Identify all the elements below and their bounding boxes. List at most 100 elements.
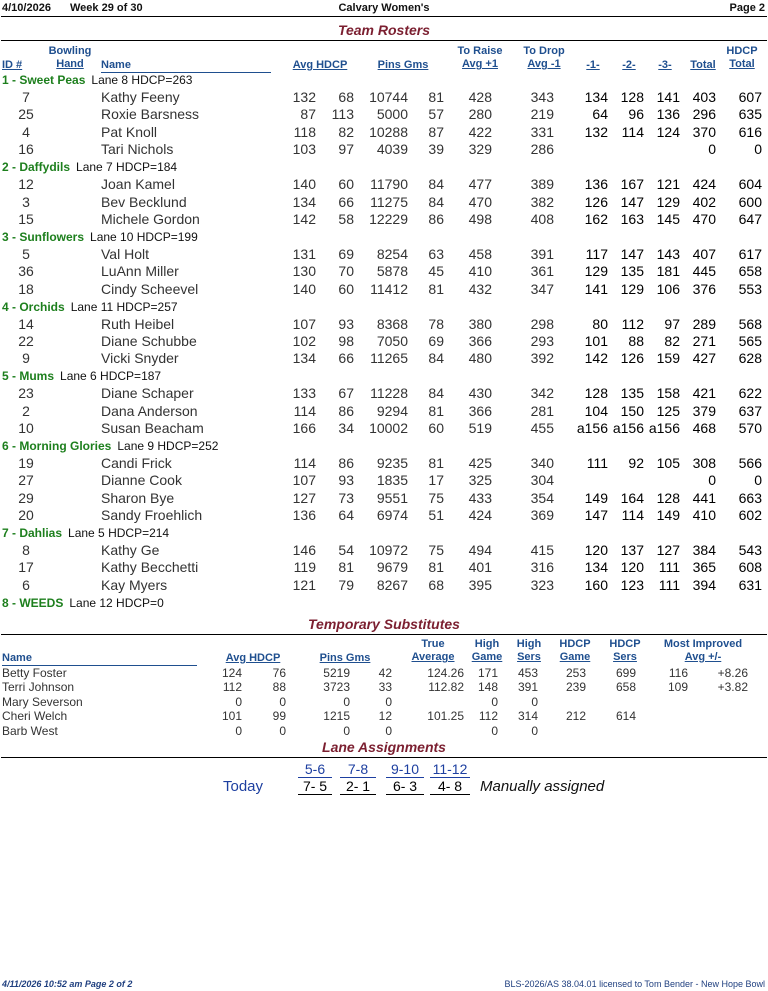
table-row: Mary Severson 0 0 0 0 0 0	[0, 695, 768, 709]
bowler-avg: 107	[292, 472, 316, 489]
bowler-hdcp: 66	[338, 193, 354, 210]
sub-hdcp-series: 614	[615, 709, 636, 724]
lane-matchup: 6- 3	[386, 778, 424, 795]
bowler-avg: 142	[292, 210, 316, 227]
bowler-avg: 103	[292, 141, 316, 158]
bowler-to-drop: 382	[530, 193, 554, 210]
bowler-hdcp: 66	[338, 350, 354, 367]
team-header: 5 - Mums Lane 6 HDCP=187	[2, 369, 161, 383]
sub-true-average: 101.25	[427, 709, 464, 724]
sub-high-series: 0	[531, 723, 538, 738]
bowler-to-raise: 433	[468, 489, 492, 506]
bowler-to-raise: 428	[468, 89, 492, 105]
bowler-games: 84	[428, 193, 444, 210]
table-row: 17 Kathy Becchetti 119 81 9679 81 401 316 134 120…	[0, 559, 768, 576]
table-row: 4 Pat Knoll 118 82 10288 87 422 331 132 114 124 370…	[0, 124, 768, 141]
bowler-pins: 8267	[376, 576, 408, 593]
bowler-to-raise: 366	[468, 332, 492, 349]
bowler-to-drop: 316	[530, 559, 554, 576]
sub-col-hsers-2: Sers	[517, 651, 541, 663]
bowler-game-3: 136	[656, 106, 680, 123]
bowler-to-raise: 329	[468, 141, 492, 158]
bowler-game-3: 125	[656, 402, 680, 419]
bowler-avg: 130	[292, 263, 316, 280]
sub-hdcp-game: 239	[565, 680, 586, 695]
bowler-name: Sharon Bye	[101, 489, 175, 506]
sub-col-avg-diff: Avg +/-	[684, 651, 722, 663]
bowler-games: 81	[428, 559, 444, 576]
bowler-id: 36	[18, 263, 34, 280]
bowler-hdcp: 69	[338, 245, 354, 262]
bowler-games: 17	[428, 472, 444, 489]
bowler-hdcp: 113	[331, 106, 354, 123]
sub-col-hgame-2: Game	[471, 651, 503, 663]
bowler-total: 376	[692, 280, 716, 297]
bowler-to-raise: 470	[468, 193, 492, 210]
bowler-games: 75	[428, 542, 444, 558]
bowler-games: 60	[428, 420, 444, 436]
bowler-game-3: 145	[656, 210, 680, 227]
sub-name: Barb West	[2, 723, 58, 738]
bowler-games: 84	[428, 350, 444, 367]
bowler-avg: 140	[292, 280, 316, 297]
bowler-id: 8	[22, 542, 30, 558]
bowler-game-3: 106	[656, 280, 680, 297]
bowler-hdcp: 70	[338, 263, 354, 280]
bowler-avg: 118	[293, 123, 316, 140]
bowler-to-drop: 361	[530, 263, 554, 280]
bowler-game-1: 101	[584, 332, 608, 349]
bowler-game-2: 112	[621, 315, 644, 332]
team-header: 7 - Dahlias Lane 5 HDCP=214	[2, 526, 169, 540]
bowler-to-drop: 340	[530, 454, 554, 471]
bowler-hdcp: 54	[338, 542, 354, 558]
col-game-3: -3-	[658, 59, 672, 71]
lanes-rule	[1, 757, 767, 758]
bowler-name: Dana Anderson	[101, 402, 198, 419]
table-row: 3 Bev Becklund 134 66 11275 84 470 382 126 147 129…	[0, 194, 768, 211]
bowler-id: 20	[18, 507, 34, 524]
bowler-name: Kathy Feeny	[101, 89, 180, 105]
bowler-pins: 9679	[376, 559, 408, 576]
bowler-game-3: 82	[664, 332, 680, 349]
bowler-hdcp: 97	[338, 141, 354, 158]
sub-col-pins-gms: Pins Gms	[319, 652, 371, 664]
bowler-game-3: 143	[656, 245, 680, 262]
col-pins-gms: Pins Gms	[377, 59, 429, 71]
bowler-name: Tari Nichols	[101, 141, 174, 158]
lane-pair: 5-6	[298, 761, 332, 778]
bowler-games: 87	[428, 123, 444, 140]
bowler-total: 441	[692, 489, 716, 506]
bowler-to-raise: 410	[468, 263, 492, 280]
lanes-note: Manually assigned	[480, 778, 605, 795]
sub-high-series: 0	[531, 694, 538, 709]
bowler-to-raise: 519	[468, 420, 492, 436]
bowler-total: 370	[692, 123, 716, 140]
bowler-avg: 131	[292, 245, 316, 262]
bowler-total: 445	[692, 263, 716, 280]
bowler-game-2: a156	[612, 420, 644, 436]
col-raise-1: To Raise	[457, 45, 503, 57]
bowler-to-raise: 498	[468, 210, 492, 227]
bowler-games: 51	[428, 507, 444, 524]
bowler-games: 86	[428, 210, 444, 227]
table-row: Betty Foster 124 76 5219 42 124.26 171 453 253 69…	[0, 666, 768, 680]
bowler-avg: 146	[292, 542, 316, 558]
bowler-pins: 11228	[370, 385, 408, 402]
bowler-avg: 87	[300, 106, 316, 123]
bowler-name: Cindy Scheevel	[101, 280, 199, 297]
sub-games: 12	[378, 709, 392, 724]
bowler-pins: 11412	[370, 280, 408, 297]
sub-high-game: 0	[491, 723, 498, 738]
sub-avg: 0	[235, 694, 242, 709]
sub-improved-avg: 109	[667, 680, 688, 695]
table-row: 16 Tari Nichols 103 97 4039 39 329 286 0 0	[0, 141, 768, 158]
bowler-id: 27	[18, 472, 34, 489]
table-row: 7 Kathy Feeny 132 68 10744 81 428 343 134 128 141 4…	[0, 89, 768, 106]
sub-high-series: 391	[517, 680, 538, 695]
col-hand-1: Bowling	[48, 45, 92, 57]
bowler-pins: 5000	[376, 106, 408, 123]
bowler-hdcp: 67	[338, 385, 354, 402]
bowler-to-drop: 281	[530, 402, 554, 419]
bowler-hdcp-total: 553	[738, 280, 762, 297]
bowler-hdcp: 81	[338, 559, 354, 576]
